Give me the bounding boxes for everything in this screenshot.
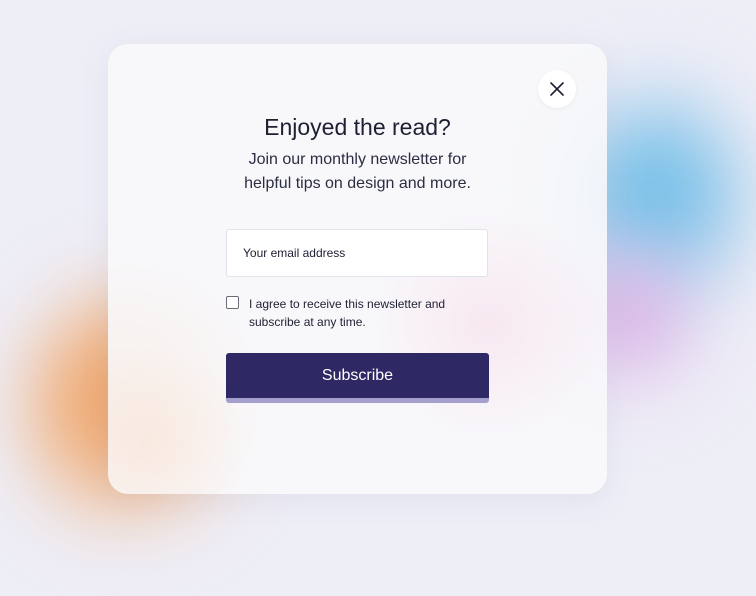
modal-title: Enjoyed the read? <box>264 114 451 140</box>
close-button[interactable] <box>538 70 576 108</box>
consent-line-2: subscribe at any time. <box>249 315 366 329</box>
email-field[interactable] <box>226 229 488 277</box>
close-icon <box>550 82 564 96</box>
consent-line-1: I agree to receive this newsletter and <box>249 297 446 311</box>
consent-label: I agree to receive this newsletter and s… <box>249 295 445 331</box>
subtitle-line-2: helpful tips on design and more. <box>244 175 471 192</box>
consent-checkbox[interactable] <box>226 296 239 309</box>
subscribe-button[interactable]: Subscribe <box>226 353 489 403</box>
subtitle-line-1: Join our monthly newsletter for <box>248 151 467 168</box>
modal-subtitle: Join our monthly newsletter for helpful … <box>108 148 607 196</box>
newsletter-modal: Enjoyed the read? Join our monthly newsl… <box>108 44 607 494</box>
consent-row: I agree to receive this newsletter and s… <box>226 295 488 331</box>
